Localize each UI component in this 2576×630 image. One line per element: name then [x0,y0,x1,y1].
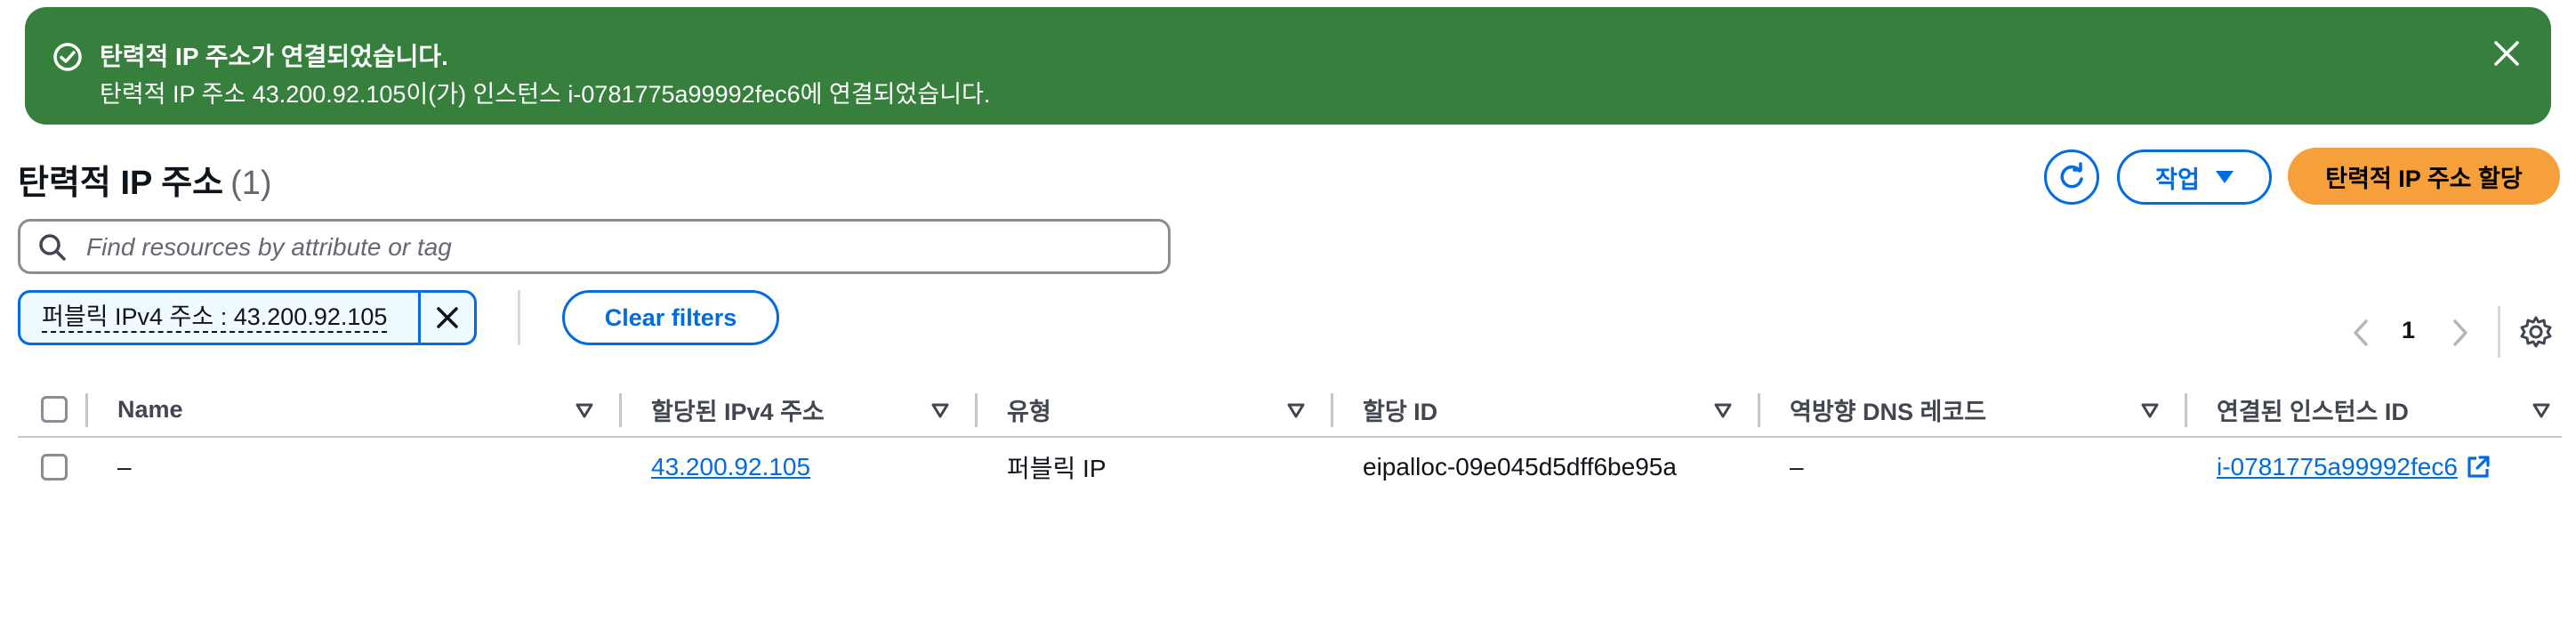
column-separator [85,393,88,427]
success-check-icon [53,43,82,71]
cell-reverse-dns: – [1790,453,1804,481]
page-title-text: 탄력적 IP 주소 [18,165,224,202]
sort-icon[interactable] [1286,400,1306,420]
divider [2498,306,2500,358]
flash-title: 탄력적 IP 주소가 연결되었습니다. [100,43,448,70]
row-checkbox[interactable] [41,454,68,481]
allocate-eip-button[interactable]: 탄력적 IP 주소 할당 [2288,148,2560,205]
settings-icon[interactable] [2519,315,2553,349]
cell-name: – [117,453,132,481]
cell-ipv4-link[interactable]: 43.200.92.105 [651,438,810,497]
column-header-allocation-id[interactable]: 할당 ID [1363,383,1437,436]
filter-token-label[interactable]: 퍼블릭 IPv4 주소 : 43.200.92.105 [42,303,388,334]
refresh-button[interactable] [2044,149,2099,205]
column-separator[interactable] [2185,393,2187,427]
search-input[interactable] [85,222,1138,273]
instance-id-link[interactable]: i-0781775a99992fec6 [2217,453,2458,481]
chevron-left-icon[interactable] [2348,317,2373,349]
clear-filters-button[interactable]: Clear filters [562,290,779,345]
column-header-name[interactable]: Name [117,383,183,436]
sort-icon[interactable] [930,400,950,420]
actions-dropdown-button[interactable]: 작업 [2117,149,2272,205]
column-separator[interactable] [619,393,622,427]
cell-type: 퍼블릭 IP [1007,455,1107,482]
remove-filter-icon [437,307,458,328]
success-flash-banner: 탄력적 IP 주소가 연결되었습니다. 탄력적 IP 주소 43.200.92.… [25,7,2551,125]
column-separator[interactable] [1758,393,1760,427]
select-all-checkbox[interactable] [41,396,68,423]
column-header-reverse-dns[interactable]: 역방향 DNS 레코드 [1790,383,1986,436]
close-icon[interactable] [2489,36,2524,71]
search-icon [39,234,66,261]
table-row[interactable]: – 43.200.92.105 퍼블릭 IP eipalloc-09e045d5… [18,438,2562,497]
cell-allocation-id: eipalloc-09e045d5dff6be95a [1363,453,1677,481]
flash-message: 탄력적 IP 주소 43.200.92.105이(가) 인스턴스 i-07817… [100,81,991,108]
sort-icon[interactable] [1713,400,1733,420]
caret-down-icon [2215,171,2234,183]
current-page[interactable]: 1 [2402,317,2415,344]
column-header-instance-id[interactable]: 연결된 인스턴스 ID [2217,383,2409,436]
actions-label: 작업 [2155,166,2200,193]
filter-token-label-wrap[interactable]: 퍼블릭 IPv4 주소 : 43.200.92.105 [20,293,418,343]
sort-icon[interactable] [2532,400,2551,420]
remove-filter-button[interactable] [418,293,474,343]
page-title: 탄력적 IP 주소 (1) [18,155,272,204]
external-link-icon[interactable] [2465,454,2491,481]
table-header: Name 할당된 IPv4 주소 유형 할당 ID 역방향 DNS 레코드 연결… [18,383,2562,438]
column-separator[interactable] [975,393,978,427]
column-header-type[interactable]: 유형 [1007,383,1051,436]
divider [518,290,520,345]
search-box [18,219,1171,274]
cell-instance-id: i-0781775a99992fec6 [2217,438,2491,497]
refresh-icon [2060,162,2083,189]
item-count: (1) [230,165,272,202]
column-separator[interactable] [1331,393,1333,427]
sort-icon[interactable] [2140,400,2160,420]
chevron-right-icon[interactable] [2448,317,2473,349]
column-header-ipv4[interactable]: 할당된 IPv4 주소 [651,383,825,436]
filter-token: 퍼블릭 IPv4 주소 : 43.200.92.105 [18,290,477,345]
sort-icon[interactable] [575,400,594,420]
